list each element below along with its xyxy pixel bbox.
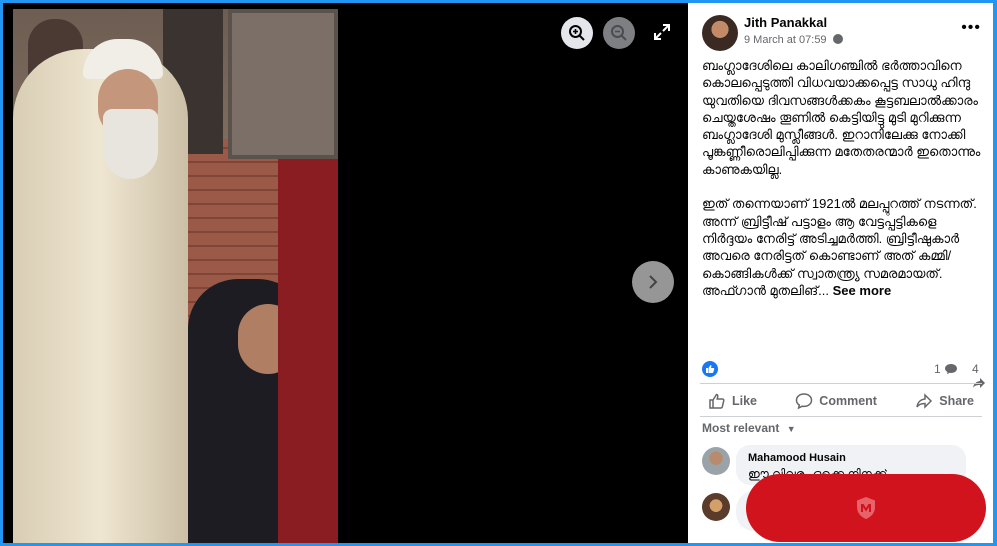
fullscreen-icon [654,24,670,40]
shares-count[interactable]: 4 [972,362,986,390]
zoom-out-button[interactable] [603,17,635,49]
security-shield-badge[interactable] [746,474,986,542]
chevron-down-icon: ▼ [786,424,796,434]
post-photo[interactable] [13,9,338,543]
window [228,9,338,159]
share-button[interactable]: Share [907,387,982,415]
viewer-avatar [702,493,730,521]
comment-label[interactable]: Comment [819,394,877,408]
shield-icon [857,497,875,519]
photo-viewer: Jith Panakkal 9 March at 07:59 ••• ബംഗ്ല… [3,3,993,543]
comment-sort-label[interactable]: Most relevant [702,421,779,435]
media-area [3,3,688,543]
like-button[interactable]: Like [700,387,765,415]
divider [700,383,982,384]
reactions-bar: 1 4 [702,361,985,388]
elderly-man-figure [13,49,188,543]
zoom-out-icon [611,25,627,41]
post-actions: Like Comment Share [700,387,982,415]
timestamp-text[interactable]: 9 March at 07:59 [744,34,827,46]
red-cloth [278,159,338,543]
author-name[interactable]: Jith Panakkal [744,15,827,30]
next-photo-button[interactable] [632,261,674,303]
share-icon [916,393,933,409]
comment-bubble-icon [945,364,958,374]
post-body: ബംഗ്ലാദേശിലെ കാലിഗഞ്ചിൽ ഭർത്താവിനെ കൊലപ്… [702,58,981,298]
comment-button[interactable]: Comment [787,387,885,415]
post-timestamp[interactable]: 9 March at 07:59 [744,34,843,46]
comments-count[interactable]: 1 [934,362,958,376]
shares-count-value[interactable]: 4 [972,362,979,376]
thumbs-up-icon [709,393,725,409]
post-side-panel: Jith Panakkal 9 March at 07:59 ••• ബംഗ്ല… [688,3,993,543]
zoom-in-button[interactable] [561,17,593,49]
man-beard [103,109,158,179]
like-label[interactable]: Like [732,394,757,408]
fullscreen-button[interactable] [651,21,673,43]
comment-sort-dropdown[interactable]: Most relevant ▼ [702,421,796,435]
author-avatar[interactable] [702,15,738,51]
zoom-in-icon [569,25,585,41]
comments-count-value[interactable]: 1 [934,362,941,376]
comment-icon [796,393,813,410]
share-label[interactable]: Share [939,394,974,408]
more-options-button[interactable]: ••• [961,19,981,37]
divider [700,416,982,417]
commenter-name[interactable]: Mahamood Husain [748,452,846,464]
post-text: ബംഗ്ലാദേശിലെ കാലിഗഞ്ചിൽ ഭർത്താവിനെ കൊലപ്… [702,57,987,299]
like-reaction-icon[interactable] [702,361,718,377]
globe-icon [832,34,843,44]
see-more-link[interactable]: See more [833,283,892,298]
chevron-right-icon [649,275,658,289]
commenter-avatar[interactable] [702,447,730,475]
